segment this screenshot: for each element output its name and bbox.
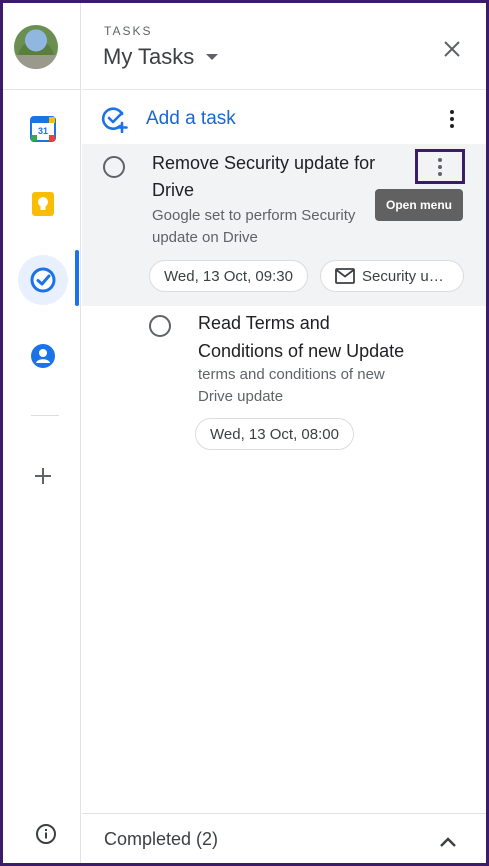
contacts-app-button[interactable] <box>18 331 68 381</box>
rail-separator <box>3 89 81 90</box>
close-panel-button[interactable] <box>436 33 468 65</box>
info-button[interactable] <box>31 819 61 849</box>
chevron-up-icon <box>440 837 456 847</box>
completed-section-label[interactable]: Completed (2) <box>104 829 218 850</box>
calendar-app-button[interactable]: 31 <box>18 104 68 154</box>
subtask-date-chip[interactable]: Wed, 13 Oct, 08:00 <box>195 418 354 450</box>
contacts-person-icon <box>31 344 55 368</box>
task-notes-line-2: update on Drive <box>152 229 258 246</box>
info-icon <box>36 824 56 844</box>
close-icon <box>444 41 460 57</box>
mail-icon <box>335 268 355 284</box>
subtask-notes-line-2: Drive update <box>198 388 284 405</box>
subtask-notes-line-1: terms and conditions of new <box>198 366 385 383</box>
open-menu-tooltip: Open menu <box>375 189 464 221</box>
task-date-chip[interactable]: Wed, 13 Oct, 09:30 <box>149 260 308 292</box>
panel-section-label: TASKS <box>104 24 153 38</box>
tasks-check-icon <box>30 267 56 293</box>
task-email-chip[interactable]: Security u… <box>320 260 464 292</box>
active-app-indicator <box>75 250 79 306</box>
task-open-menu-button[interactable] <box>415 149 465 184</box>
calendar-day-label: 31 <box>38 126 48 136</box>
task-title-line-2: Drive <box>152 180 195 200</box>
calendar-icon: 31 <box>30 116 56 142</box>
plus-icon <box>35 468 51 484</box>
task-email-chip-label: Security u… <box>362 267 444 285</box>
subtask-title-line-1: Read Terms and <box>198 313 330 333</box>
add-task-icon <box>101 107 128 133</box>
tasks-app-button[interactable] <box>18 255 68 305</box>
caret-down-icon <box>206 54 219 60</box>
tasks-panel: TASKS My Tasks Add a task Remove Securit… <box>82 3 486 863</box>
footer-separator <box>82 813 486 814</box>
task-item[interactable]: Remove Security update for Drive Google … <box>82 144 486 306</box>
subtask-complete-checkbox[interactable] <box>149 315 171 337</box>
account-avatar[interactable] <box>14 25 58 69</box>
get-addons-button[interactable] <box>18 451 68 501</box>
task-list-selector[interactable]: My Tasks <box>103 44 219 70</box>
add-task-label: Add a task <box>146 108 236 129</box>
list-options-button[interactable] <box>436 103 468 135</box>
header-separator <box>82 89 486 90</box>
rail-divider <box>31 415 59 416</box>
more-vert-icon <box>438 157 442 176</box>
task-list-title: My Tasks <box>103 44 195 69</box>
side-rail: 31 <box>3 3 81 863</box>
subtask-title-line-2: Conditions of new Update <box>198 341 405 361</box>
task-notes-line-1: Google set to perform Security <box>152 207 356 224</box>
add-task-button[interactable]: Add a task <box>100 103 236 135</box>
task-title-line-1: Remove Security update for <box>152 153 376 173</box>
task-complete-checkbox[interactable] <box>103 156 125 178</box>
completed-toggle-button[interactable] <box>434 829 462 855</box>
lightbulb-note-icon <box>32 192 54 216</box>
more-vert-icon <box>450 110 454 128</box>
keep-app-button[interactable] <box>18 179 68 229</box>
